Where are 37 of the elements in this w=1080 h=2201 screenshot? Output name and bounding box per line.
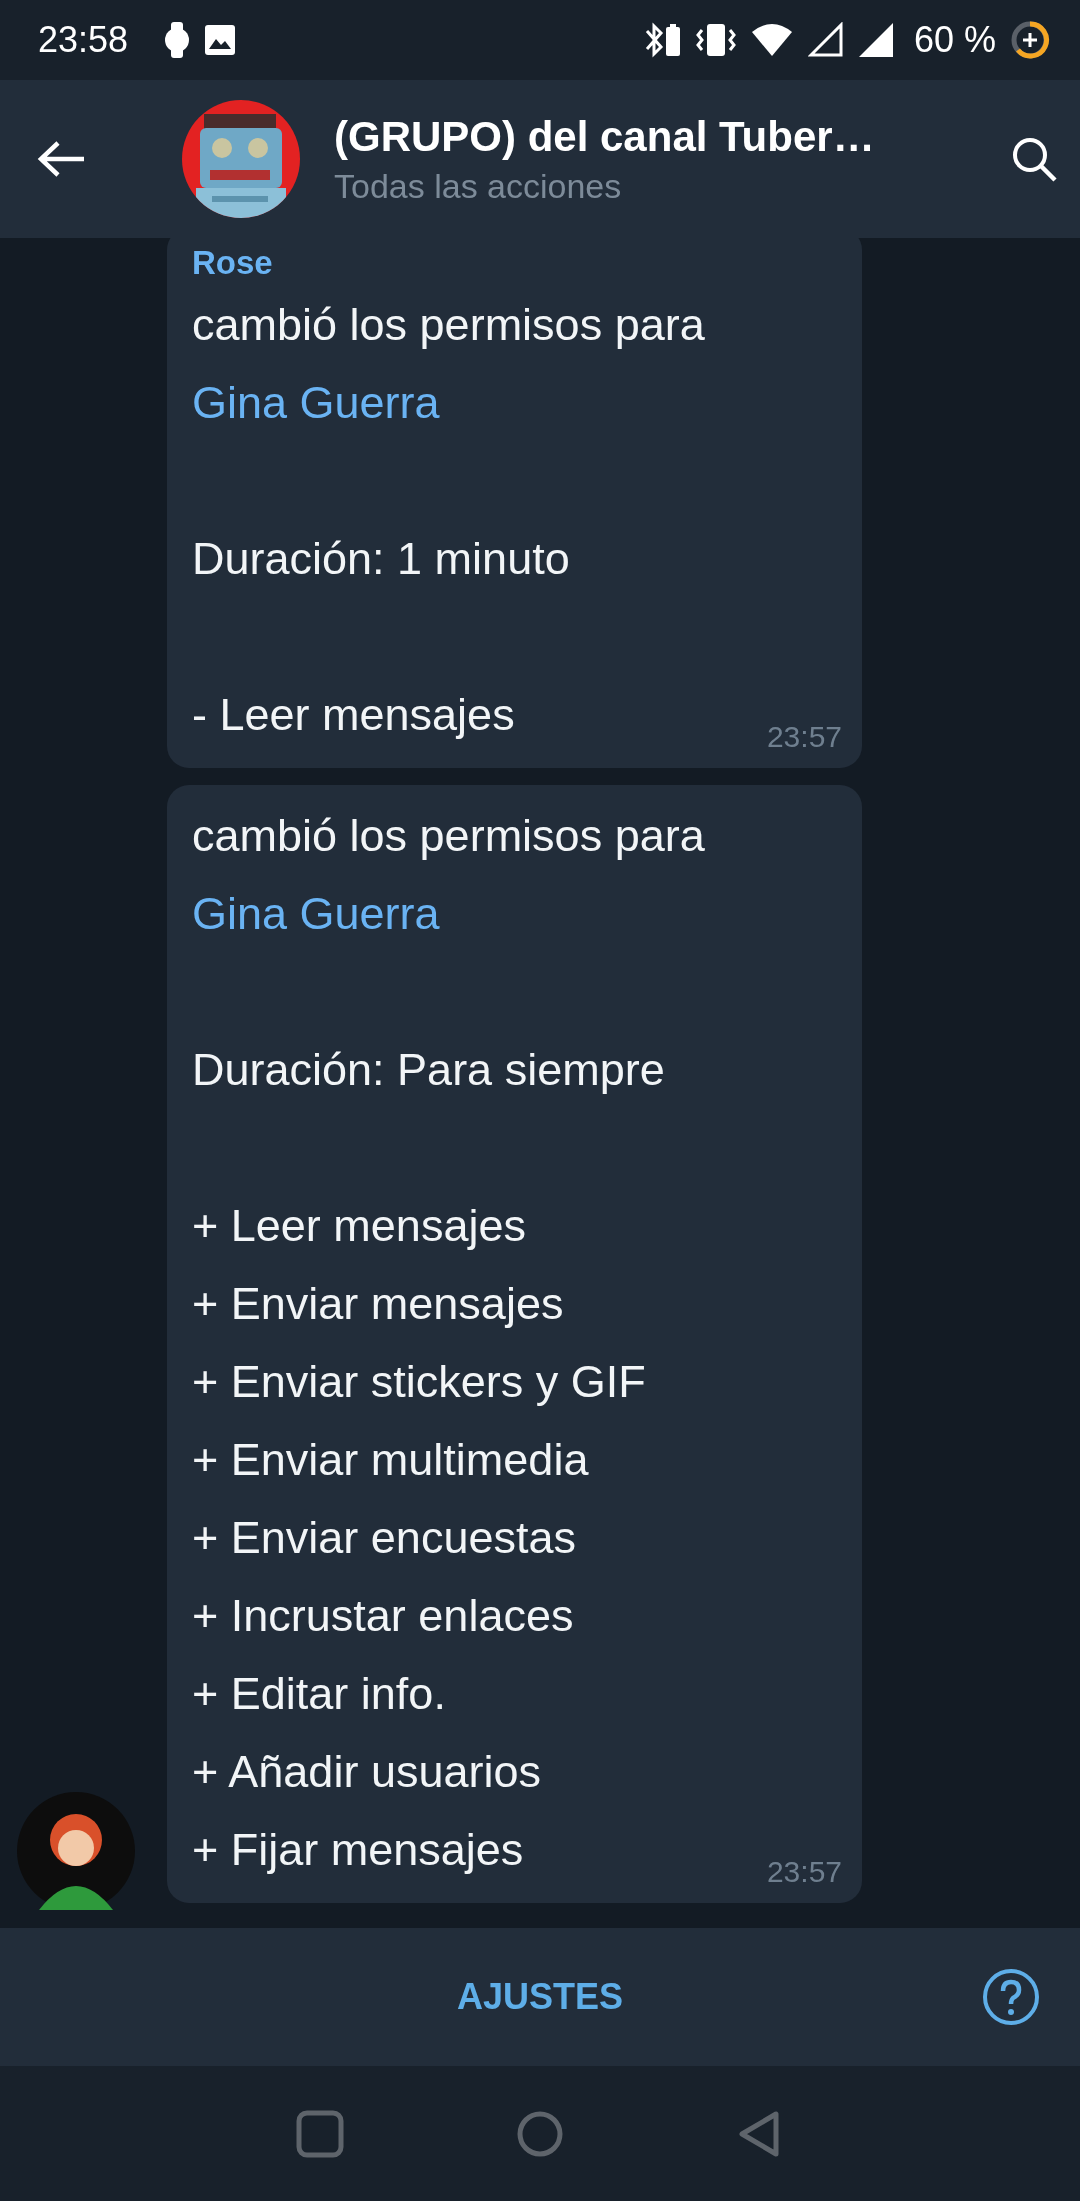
message-line: + Leer mensajes bbox=[192, 1199, 526, 1253]
watch-icon bbox=[164, 22, 191, 58]
message-line: + Enviar multimedia bbox=[192, 1433, 589, 1487]
search-icon[interactable] bbox=[1010, 135, 1058, 183]
message-line: + Fijar mensajes bbox=[192, 1823, 524, 1877]
message-line: + Incrustar enlaces bbox=[192, 1589, 574, 1643]
vibrate-icon bbox=[695, 22, 736, 58]
image-icon bbox=[204, 24, 237, 56]
battery-percent: 60 % bbox=[913, 19, 996, 61]
chat-title: (GRUPO) del canal Tuber… bbox=[334, 112, 876, 161]
message-line: - Leer mensajes bbox=[192, 688, 515, 742]
message-line: + Enviar mensajes bbox=[192, 1277, 564, 1331]
message-line: Duración: 1 minuto bbox=[192, 532, 570, 586]
bluetooth-battery-icon bbox=[643, 22, 682, 58]
status-time: 23:58 bbox=[38, 19, 129, 61]
recents-icon[interactable] bbox=[296, 2109, 344, 2158]
settings-button[interactable]: AJUSTES bbox=[436, 1966, 643, 2028]
user-avatar[interactable] bbox=[17, 1792, 135, 1910]
message-line: + Enviar stickers y GIF bbox=[192, 1355, 646, 1409]
signal-icon bbox=[807, 22, 844, 58]
user-link[interactable]: Gina Guerra bbox=[192, 364, 440, 442]
battery-saver-icon bbox=[1010, 20, 1050, 60]
signal-icon bbox=[857, 22, 894, 58]
message-line: + Enviar encuestas bbox=[192, 1511, 576, 1565]
message-line: Duración: Para siempre bbox=[192, 1043, 665, 1097]
message-time: 23:57 bbox=[766, 720, 842, 754]
message-line: + Editar info. bbox=[192, 1667, 446, 1721]
wifi-icon bbox=[749, 22, 794, 58]
message-time: 23:57 bbox=[766, 1855, 842, 1889]
message-line: cambió los permisos para bbox=[192, 809, 705, 863]
message-line: cambió los permisos para bbox=[192, 298, 705, 352]
home-icon[interactable] bbox=[516, 2109, 564, 2158]
sender-name[interactable]: Rose bbox=[192, 240, 273, 286]
message-line: + Añadir usuarios bbox=[192, 1745, 541, 1799]
user-link[interactable]: Gina Guerra bbox=[192, 875, 440, 953]
chat-subtitle: Todas las acciones bbox=[334, 166, 623, 206]
help-icon[interactable] bbox=[982, 1968, 1040, 2026]
